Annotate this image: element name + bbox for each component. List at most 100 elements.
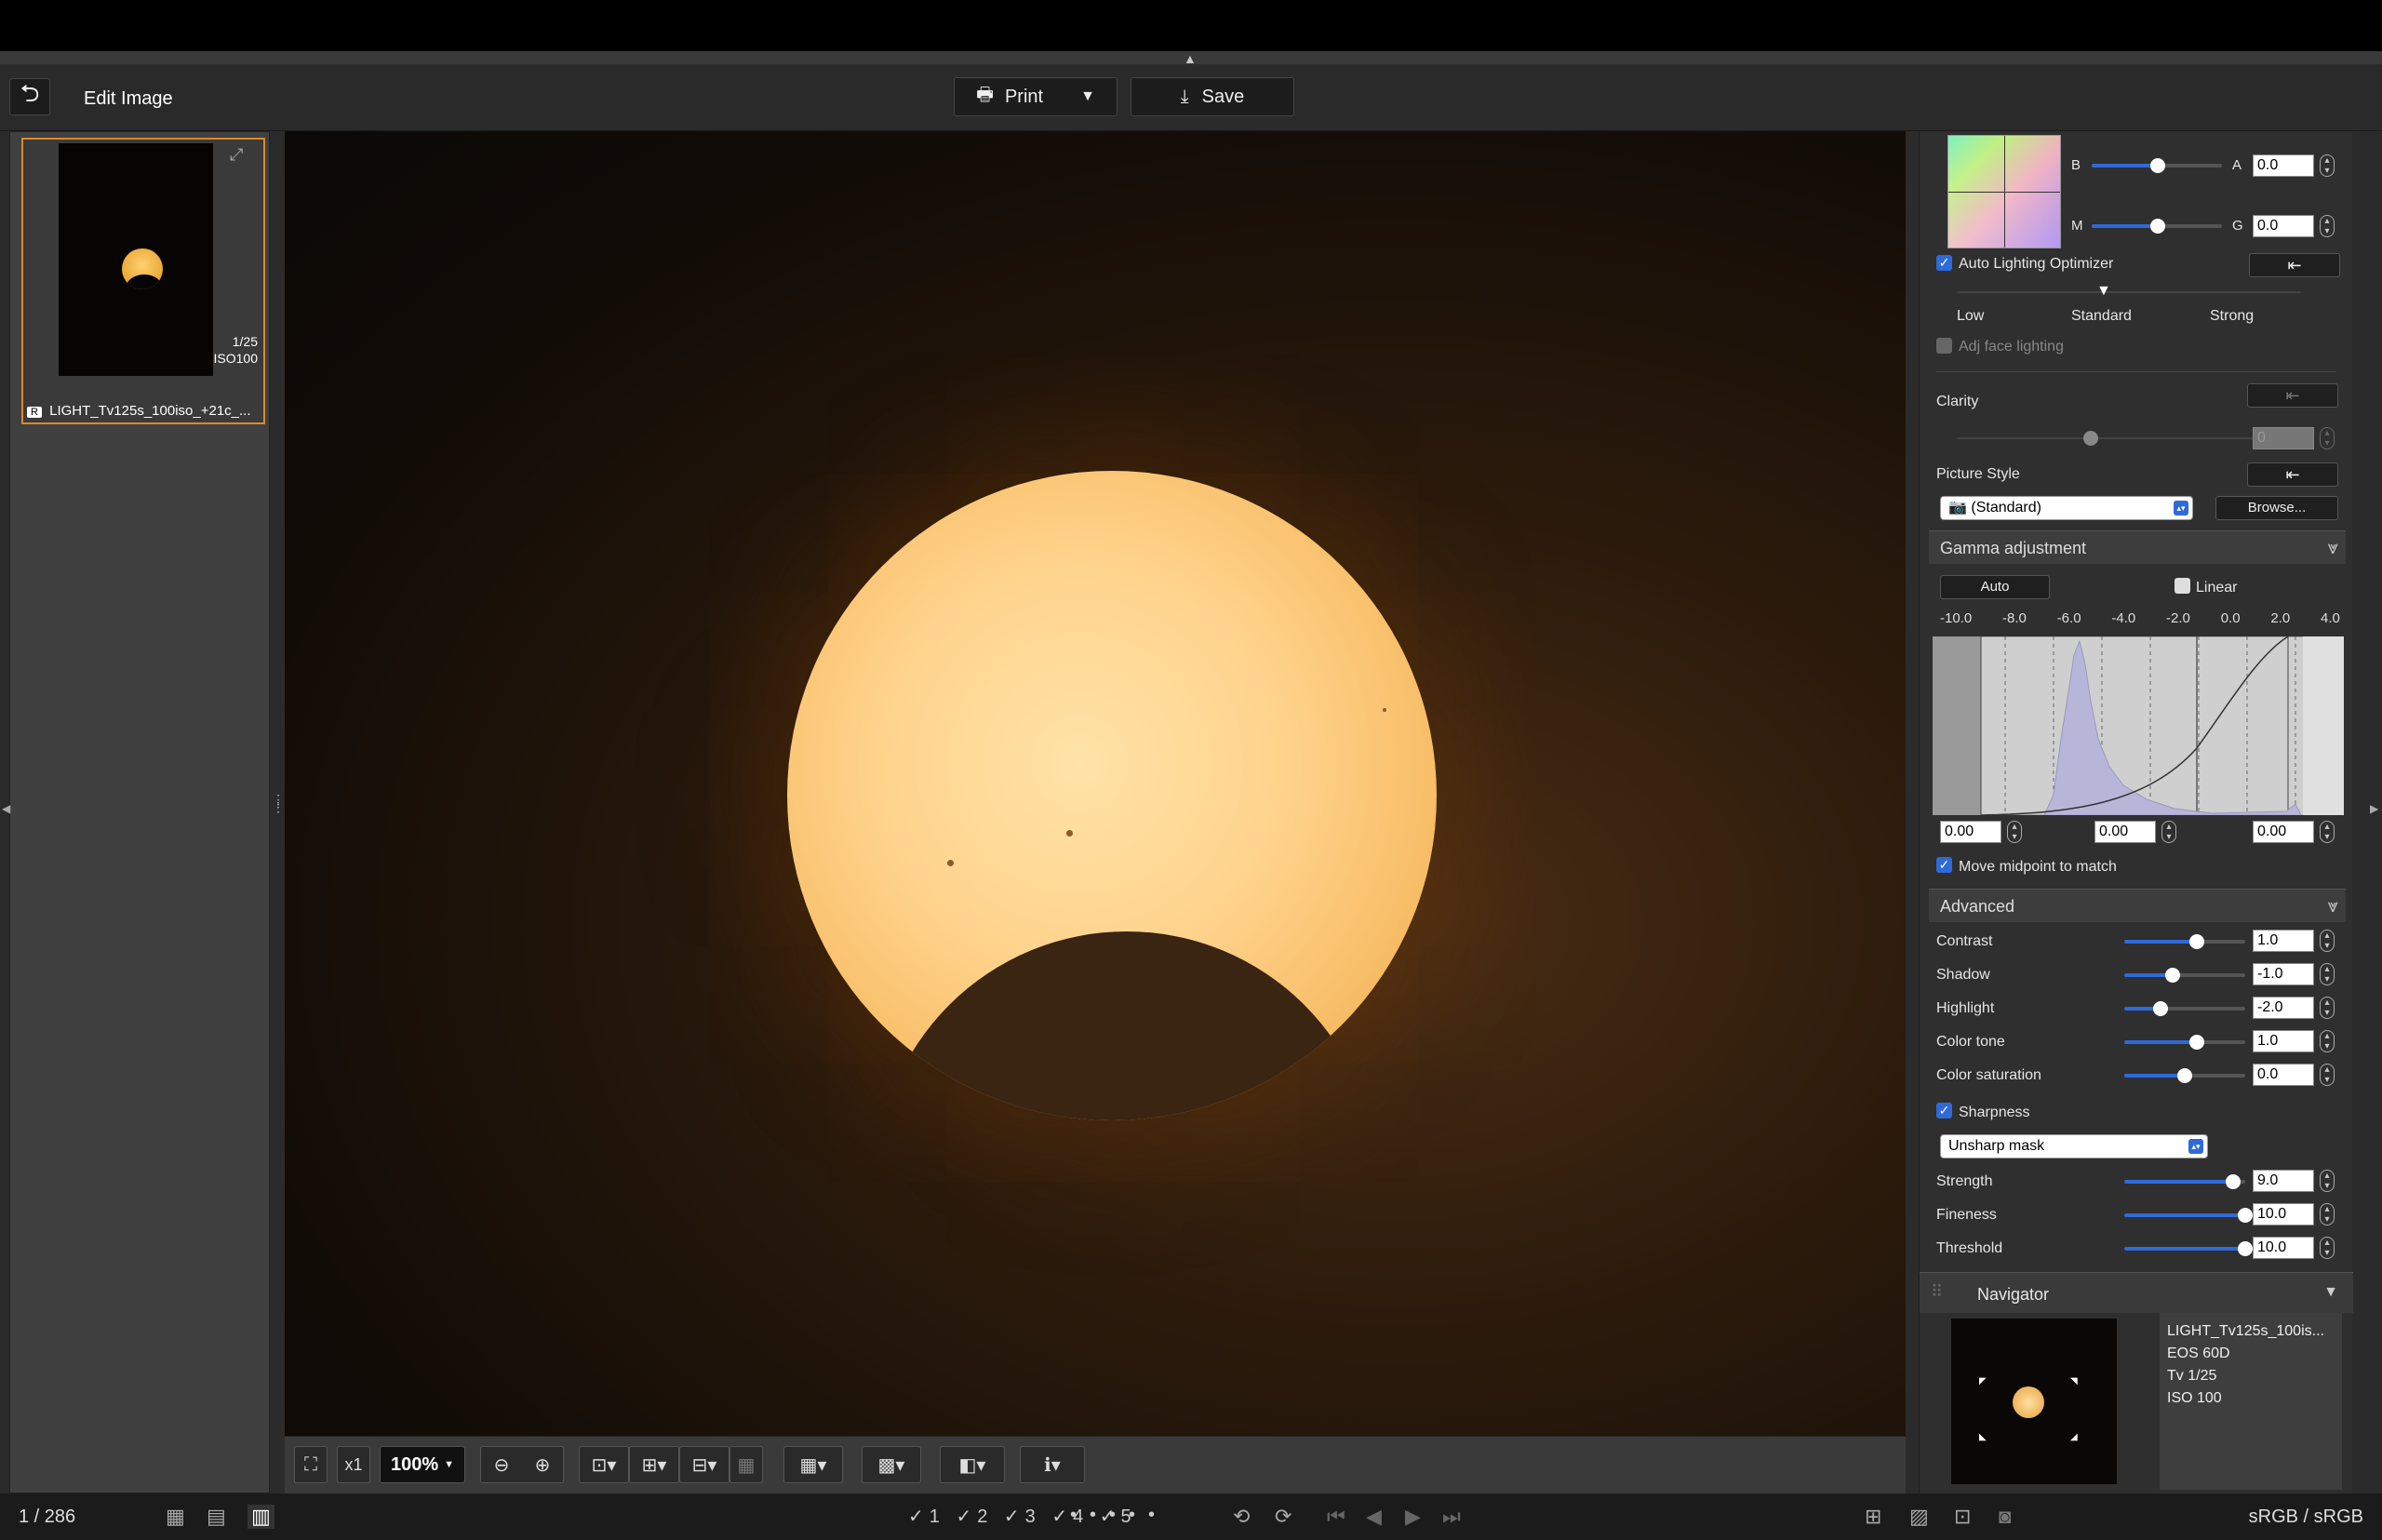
advanced-param-value-input[interactable]: -2.0 (2253, 997, 2314, 1019)
gamma-white-spinner[interactable]: ▴ ▾ (2320, 821, 2335, 843)
info-button[interactable]: ℹ▾ (1020, 1446, 1085, 1483)
zoom-out-icon[interactable]: ⊖ (494, 1453, 510, 1477)
clarity-spinner[interactable]: ▴ ▾ (2320, 427, 2335, 449)
camera-icon[interactable]: ◙ (1999, 1505, 2011, 1529)
sharpness-param-spinner[interactable]: ▴ ▾ (2320, 1203, 2335, 1225)
drag-handle-icon[interactable]: ⠿ (1931, 1282, 1943, 1302)
grid-button[interactable]: ▦▾ (783, 1446, 843, 1483)
advanced-param-value-input[interactable]: 0.0 (2253, 1064, 2314, 1086)
zoom-x1-button[interactable]: x1 (337, 1446, 370, 1483)
fit-screen-button[interactable]: ⛶ (294, 1446, 328, 1483)
advanced-param-slider-knob[interactable] (2177, 1068, 2192, 1083)
advanced-param-value-input[interactable]: 1.0 (2253, 930, 2314, 952)
sharpness-param-spinner[interactable]: ▴ ▾ (2320, 1170, 2335, 1192)
gamma-black-input[interactable]: 0.00 (1940, 821, 2001, 843)
advanced-param-spinner[interactable]: ▴ ▾ (2320, 963, 2335, 985)
mg-spinner[interactable]: ▴ ▾ (2320, 215, 2335, 237)
rotate-left-icon[interactable]: ⟲ (1233, 1505, 1250, 1529)
clarity-value-input[interactable]: 0 (2253, 427, 2314, 449)
advanced-param-value-input[interactable]: 1.0 (2253, 1030, 2314, 1052)
advanced-param-slider-knob[interactable] (2189, 1035, 2204, 1050)
compare-button[interactable]: ⊞▾ (629, 1446, 679, 1483)
save-button[interactable]: ⤓ Save (1131, 77, 1294, 116)
advanced-param-spinner[interactable]: ▴ ▾ (2320, 1030, 2335, 1052)
gamma-section-header[interactable]: Gamma adjustment ⩔ (1929, 530, 2346, 564)
navigator-header[interactable]: ⠿ Navigator ▼ (1920, 1272, 2353, 1313)
split-view-button[interactable]: ⊟▾ (679, 1446, 729, 1483)
sharpness-param-value-input[interactable]: 10.0 (2253, 1203, 2314, 1225)
advanced-param-slider-knob[interactable] (2165, 968, 2180, 983)
ba-spinner[interactable]: ▴ ▾ (2320, 154, 2335, 177)
picture-style-select[interactable]: 📷 (Standard) ▴▾ (1940, 496, 2193, 520)
expand-icon[interactable]: ⤢ (230, 145, 256, 169)
grid-off-button[interactable]: ▦ (729, 1446, 763, 1483)
print-dropdown-icon[interactable]: ▼ (1080, 88, 1095, 105)
sharpness-param-spinner[interactable]: ▴ ▾ (2320, 1237, 2335, 1259)
navigator-preview[interactable]: ◤ ◥ ◣ ◢ (1951, 1319, 2117, 1484)
ba-value-input[interactable]: 0.0 (2253, 154, 2314, 177)
move-midpoint-checkbox[interactable]: ✓ (1936, 857, 1952, 873)
collapse-bar[interactable]: ▲ (0, 51, 2382, 66)
advanced-param-spinner[interactable]: ▴ ▾ (2320, 1064, 2335, 1086)
next-image-icon[interactable]: ▶ (1405, 1505, 1421, 1529)
gamma-mid-input[interactable]: 0.00 (2094, 821, 2156, 843)
left-collapse-icon[interactable]: ◀ (2, 802, 10, 815)
first-image-icon[interactable]: ⏮ (1327, 1505, 1345, 1529)
sharpness-param-slider-knob[interactable] (2238, 1208, 2253, 1223)
right-collapse-icon[interactable]: ▶ (2370, 802, 2378, 815)
advanced-section-header[interactable]: Advanced ⩔ (1929, 889, 2346, 922)
zoom-select[interactable]: 100% ▼ (380, 1446, 465, 1483)
sharpness-param-value-input[interactable]: 10.0 (2253, 1237, 2314, 1259)
advanced-param-spinner[interactable]: ▴ ▾ (2320, 930, 2335, 952)
alo-reset-button[interactable]: ⇤ (2249, 253, 2340, 277)
sharpness-mode-select[interactable]: Unsharp mask ▴▾ (1940, 1134, 2208, 1158)
preview-view-icon[interactable]: ▤ (207, 1505, 226, 1529)
white-balance-grid[interactable] (1947, 135, 2061, 248)
print-button[interactable]: 🖶 Print ▼ (954, 77, 1117, 116)
splitter-grip-icon[interactable]: ⋮ ⋮ (272, 793, 285, 813)
linear-checkbox[interactable] (2175, 578, 2190, 594)
gamma-histogram[interactable] (1933, 636, 2344, 815)
fullscreen-icon[interactable]: ⊡ (1954, 1505, 1971, 1529)
thumbnail-item[interactable]: ⤢ 1/25 ISO100 R LIGHT_Tv125s_100iso_+21c… (21, 138, 265, 424)
alo-slider-pointer[interactable]: ▼ (2096, 283, 2111, 300)
rating-stars[interactable]: ••••• (1070, 1505, 1168, 1529)
advanced-param-slider-knob[interactable] (2189, 934, 2204, 949)
ba-slider-knob[interactable] (2150, 158, 2165, 173)
clarity-reset-button[interactable]: ⇤ (2247, 383, 2338, 408)
advanced-param-slider-knob[interactable] (2153, 1001, 2168, 1016)
clarity-knob[interactable] (2083, 431, 2098, 446)
collapse-section-icon[interactable]: ⩔ (2328, 890, 2338, 923)
adj-face-checkbox[interactable] (1936, 338, 1952, 354)
grid-view-icon[interactable]: ▦ (166, 1505, 185, 1529)
browse-button[interactable]: Browse... (2215, 496, 2338, 520)
prev-image-icon[interactable]: ◀ (1366, 1505, 1382, 1529)
af-point-button[interactable]: ⊡▾ (579, 1446, 629, 1483)
sharpness-checkbox[interactable]: ✓ (1936, 1103, 1952, 1118)
image-canvas[interactable] (285, 131, 1906, 1436)
collapse-section-icon[interactable]: ⩔ (2328, 531, 2338, 565)
gamma-black-spinner[interactable]: ▴ ▾ (2007, 821, 2022, 843)
highlight-warning-button[interactable]: ▩▾ (862, 1446, 921, 1483)
back-button[interactable]: ⮌ (9, 78, 50, 115)
info-display-button[interactable]: ◧▾ (940, 1446, 1005, 1483)
sharpness-param-slider-knob[interactable] (2226, 1174, 2241, 1189)
histogram-icon[interactable]: ▨ (1909, 1505, 1929, 1529)
advanced-param-spinner[interactable]: ▴ ▾ (2320, 997, 2335, 1019)
mg-value-input[interactable]: 0.0 (2253, 215, 2314, 237)
sharpness-param-value-input[interactable]: 9.0 (2253, 1170, 2314, 1192)
sharpness-param-slider-knob[interactable] (2238, 1241, 2253, 1256)
gamma-mid-spinner[interactable]: ▴ ▾ (2161, 821, 2176, 843)
gamma-white-input[interactable]: 0.00 (2253, 821, 2314, 843)
alo-checkbox[interactable]: ✓ (1936, 255, 1952, 271)
navigator-viewport[interactable] (1981, 1380, 2074, 1436)
rotate-right-icon[interactable]: ⟳ (1275, 1505, 1291, 1529)
left-splitter[interactable]: ⋮ ⋮ (270, 131, 285, 1493)
advanced-param-value-input[interactable]: -1.0 (2253, 963, 2314, 985)
navigator-collapse-icon[interactable]: ▼ (2323, 1284, 2338, 1301)
zoom-in-icon[interactable]: ⊕ (535, 1453, 551, 1477)
picture-style-reset-button[interactable]: ⇤ (2247, 462, 2338, 487)
edit-view-icon[interactable]: ▥ (248, 1505, 274, 1529)
gamma-auto-button[interactable]: Auto (1940, 575, 2050, 599)
mg-slider-knob[interactable] (2150, 219, 2165, 234)
